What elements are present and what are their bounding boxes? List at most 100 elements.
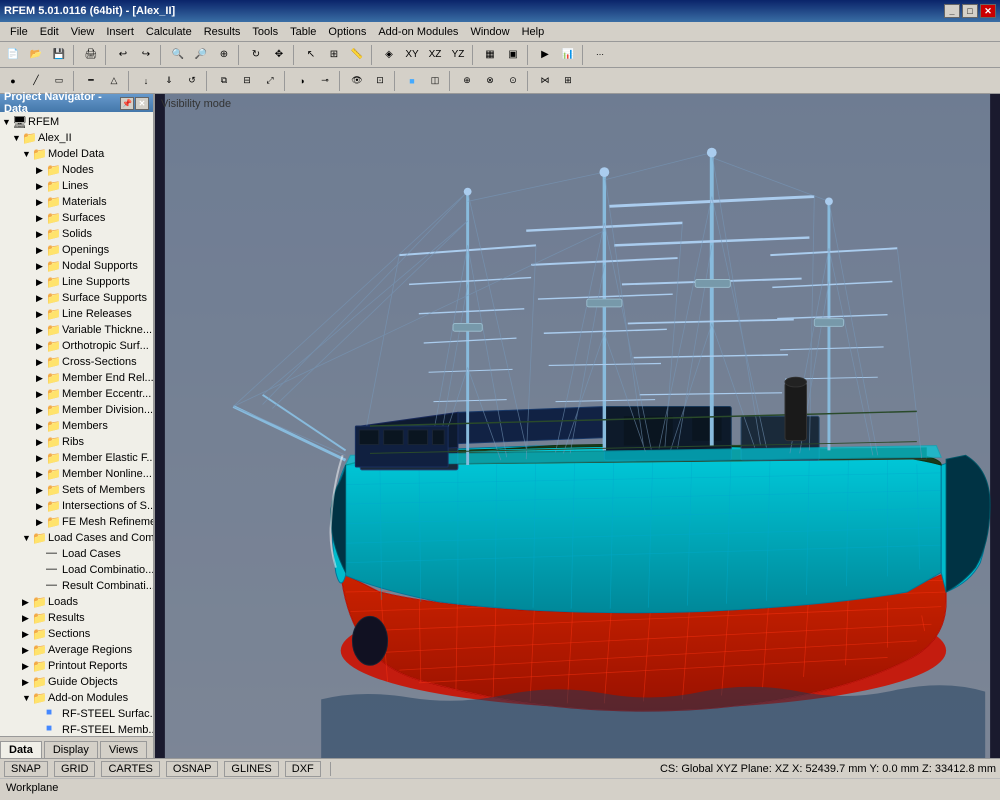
tb2-snap2-button[interactable]: ⊞ <box>557 70 579 92</box>
zoom-out-button[interactable]: 🔎 <box>190 44 212 66</box>
tree-guide-objects[interactable]: ▶ 📁 Guide Objects <box>0 674 153 690</box>
pan-button[interactable]: ✥ <box>268 44 290 66</box>
tree-member-elastic[interactable]: ▶ 📁 Member Elastic F... <box>0 450 153 466</box>
tree-member-nonlinear[interactable]: ▶ 📁 Member Nonline... <box>0 466 153 482</box>
tb2-visibility-button[interactable]: 👁 <box>346 70 368 92</box>
menu-file[interactable]: File <box>4 24 34 40</box>
snap-button[interactable]: SNAP <box>4 761 48 777</box>
tree-nodes[interactable]: ▶ 📁 Nodes <box>0 162 153 178</box>
zoom-in-button[interactable]: 🔍 <box>167 44 189 66</box>
tree-solids[interactable]: ▶ 📁 Solids <box>0 226 153 242</box>
menu-calculate[interactable]: Calculate <box>140 24 198 40</box>
menu-help[interactable]: Help <box>516 24 551 40</box>
menu-edit[interactable]: Edit <box>34 24 65 40</box>
panel-pin-button[interactable]: 📌 <box>120 97 134 110</box>
tb2-extra2-button[interactable]: ⊗ <box>479 70 501 92</box>
tree-member-division[interactable]: ▶ 📁 Member Division... <box>0 402 153 418</box>
redo-button[interactable]: ↪ <box>135 44 157 66</box>
tb2-section-button[interactable]: ◑ <box>291 70 313 92</box>
tree-avg-regions[interactable]: ▶ 📁 Average Regions <box>0 642 153 658</box>
tree-openings[interactable]: ▶ 📁 Openings <box>0 242 153 258</box>
tb2-extra1-button[interactable]: ⊕ <box>456 70 478 92</box>
menu-table[interactable]: Table <box>284 24 322 40</box>
viewxz-button[interactable]: XZ <box>424 44 446 66</box>
tb2-node-button[interactable]: ● <box>2 70 24 92</box>
tree-line-supports[interactable]: ▶ 📁 Line Supports <box>0 274 153 290</box>
tree-ribs[interactable]: ▶ 📁 Ribs <box>0 434 153 450</box>
tab-data[interactable]: Data <box>0 741 42 758</box>
tb2-filter-button[interactable]: ⊡ <box>369 70 391 92</box>
new-button[interactable]: 📄 <box>2 44 24 66</box>
tb2-support-button[interactable]: △ <box>103 70 125 92</box>
tree-lines[interactable]: ▶ 📁 Lines <box>0 178 153 194</box>
viewyz-button[interactable]: YZ <box>447 44 469 66</box>
zoom-all-button[interactable]: ⊕ <box>213 44 235 66</box>
minimize-button[interactable]: _ <box>944 4 960 18</box>
tb2-color-button[interactable]: ■ <box>401 70 423 92</box>
tb2-surface-button[interactable]: ▭ <box>48 70 70 92</box>
menu-results[interactable]: Results <box>198 24 247 40</box>
tree-addon-modules[interactable]: ▼ 📁 Add-on Modules <box>0 690 153 706</box>
panel-close-button[interactable]: ✕ <box>135 97 149 110</box>
tree-member-eccentricity[interactable]: ▶ 📁 Member Eccentr... <box>0 386 153 402</box>
tb2-extra3-button[interactable]: ⊙ <box>502 70 524 92</box>
tb2-dim-button[interactable]: ⊸ <box>314 70 336 92</box>
cartes-button[interactable]: CARTES <box>101 761 159 777</box>
tree-loads[interactable]: ▶ 📁 Loads <box>0 594 153 610</box>
project-tree[interactable]: ▼ 🖥 RFEM ▼ 📁 Alex_II ▼ 📁 Model Data ▶ 📁 … <box>0 112 153 736</box>
render-button[interactable]: ▦ <box>479 44 501 66</box>
tree-load-cases[interactable]: ▶ — Load Cases <box>0 546 153 562</box>
close-button[interactable]: ✕ <box>980 4 996 18</box>
tb2-member-button[interactable]: ━ <box>80 70 102 92</box>
tree-surface-supports[interactable]: ▶ 📁 Surface Supports <box>0 290 153 306</box>
open-button[interactable]: 📂 <box>25 44 47 66</box>
viewxy-button[interactable]: XY <box>401 44 423 66</box>
tree-materials[interactable]: ▶ 📁 Materials <box>0 194 153 210</box>
calc-button[interactable]: ▶ <box>534 44 556 66</box>
tree-fe-mesh[interactable]: ▶ 📁 FE Mesh Refineme... <box>0 514 153 530</box>
main-viewport[interactable]: Visibility mode <box>155 94 1000 758</box>
dxf-button[interactable]: DXF <box>285 761 321 777</box>
tb2-line-button[interactable]: ╱ <box>25 70 47 92</box>
tb2-move-button[interactable]: ⤢ <box>259 70 281 92</box>
tree-sections[interactable]: ▶ 📁 Sections <box>0 626 153 642</box>
tree-root-rfem[interactable]: ▼ 🖥 RFEM <box>0 114 153 130</box>
tree-variable-thickness[interactable]: ▶ 📁 Variable Thickne... <box>0 322 153 338</box>
tree-rf-steel-surface[interactable]: ▶ ■ RF-STEEL Surfac... <box>0 706 153 722</box>
tree-cross-sections[interactable]: ▶ 📁 Cross-Sections <box>0 354 153 370</box>
tree-load-combinations[interactable]: ▶ — Load Combinatio... <box>0 562 153 578</box>
tab-views[interactable]: Views <box>100 741 147 758</box>
tb2-load-button[interactable]: ↓ <box>135 70 157 92</box>
tb2-copy-button[interactable]: ⧉ <box>213 70 235 92</box>
tree-load-cases-section[interactable]: ▼ 📁 Load Cases and Com... <box>0 530 153 546</box>
menu-window[interactable]: Window <box>464 24 515 40</box>
results-button[interactable]: 📊 <box>557 44 579 66</box>
undo-button[interactable]: ↩ <box>112 44 134 66</box>
maximize-button[interactable]: □ <box>962 4 978 18</box>
menu-view[interactable]: View <box>65 24 101 40</box>
tb2-moment-button[interactable]: ↺ <box>181 70 203 92</box>
tree-project-alex[interactable]: ▼ 📁 Alex_II <box>0 130 153 146</box>
menu-addon[interactable]: Add-on Modules <box>372 24 464 40</box>
tree-member-end-rel[interactable]: ▶ 📁 Member End Rel... <box>0 370 153 386</box>
tree-printout[interactable]: ▶ 📁 Printout Reports <box>0 658 153 674</box>
tree-line-releases[interactable]: ▶ 📁 Line Releases <box>0 306 153 322</box>
tb2-render2-button[interactable]: ◫ <box>424 70 446 92</box>
save-button[interactable]: 💾 <box>48 44 70 66</box>
grid-button[interactable]: GRID <box>54 761 96 777</box>
tree-members[interactable]: ▶ 📁 Members <box>0 418 153 434</box>
tree-surfaces[interactable]: ▶ 📁 Surfaces <box>0 210 153 226</box>
measure-button[interactable]: 📏 <box>346 44 368 66</box>
wire-button[interactable]: ▣ <box>502 44 524 66</box>
tree-sets-of-members[interactable]: ▶ 📁 Sets of Members <box>0 482 153 498</box>
tb2-mirror-button[interactable]: ⊟ <box>236 70 258 92</box>
tree-rf-steel-member[interactable]: ▶ ■ RF-STEEL Memb... <box>0 722 153 736</box>
tree-results[interactable]: ▶ 📁 Results <box>0 610 153 626</box>
menu-options[interactable]: Options <box>322 24 372 40</box>
view3d-button[interactable]: ◈ <box>378 44 400 66</box>
menu-tools[interactable]: Tools <box>246 24 284 40</box>
select-button[interactable]: ↖ <box>300 44 322 66</box>
menu-insert[interactable]: Insert <box>100 24 140 40</box>
tb2-load2-button[interactable]: ⇓ <box>158 70 180 92</box>
tree-result-combinations[interactable]: ▶ — Result Combinati... <box>0 578 153 594</box>
